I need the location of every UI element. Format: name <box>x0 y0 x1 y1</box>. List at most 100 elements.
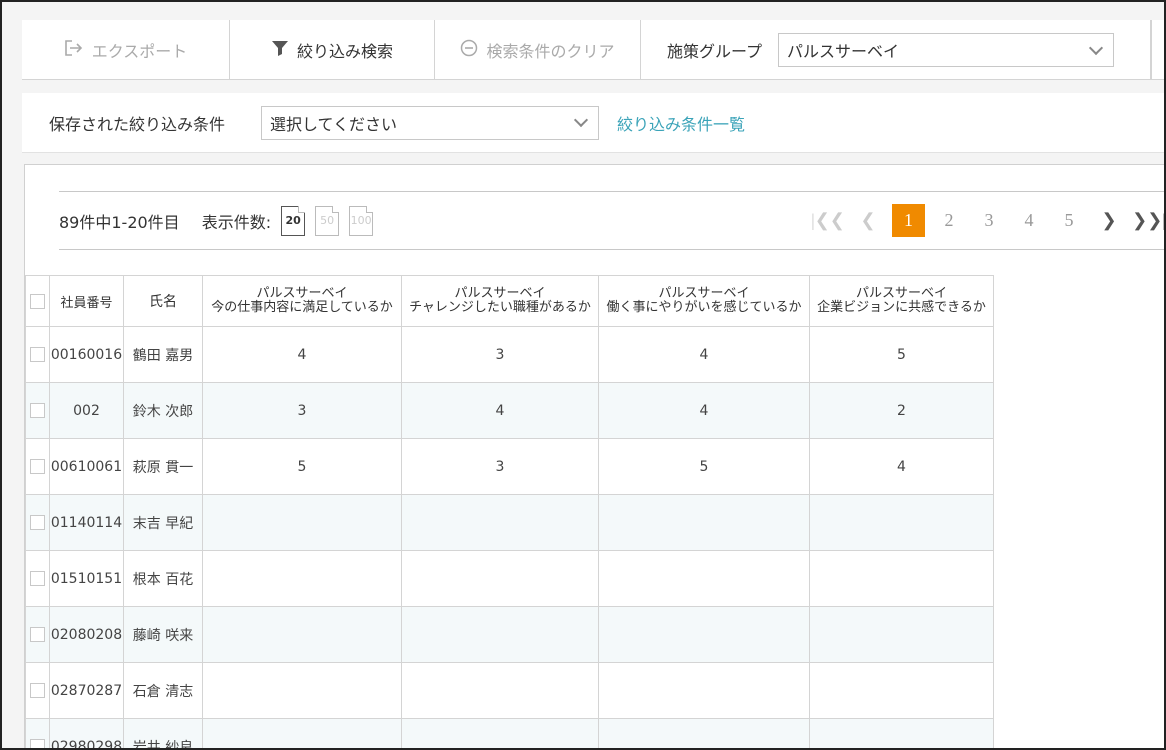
prev-page-icon[interactable]: ❮ <box>848 210 888 231</box>
row-checkbox[interactable] <box>30 571 45 586</box>
table-row[interactable]: 01140114 末吉 早紀 <box>25 494 994 551</box>
emp-no-cell: 02870287 <box>49 662 124 719</box>
funnel-icon <box>271 39 289 61</box>
row-checkbox[interactable] <box>30 347 45 362</box>
score-cell <box>809 662 994 719</box>
row-checkbox[interactable] <box>30 627 45 642</box>
employee-name-link[interactable]: 藤崎 咲来 <box>123 606 203 663</box>
header-q3[interactable]: パルスサーベイ 働く事にやりがいを感じているか <box>598 275 810 327</box>
employee-name-link[interactable]: 岩井 紗良 <box>123 718 203 748</box>
score-cell <box>401 606 599 663</box>
table-row[interactable]: 02080208 藤崎 咲来 <box>25 606 994 663</box>
clear-conditions-label: 検索条件のクリア <box>486 42 615 61</box>
export-icon <box>64 39 84 61</box>
score-cell: 5 <box>202 438 402 495</box>
saved-filter-select[interactable]: 選択してください <box>261 105 600 140</box>
table-row[interactable]: 01510151 根本 百花 <box>25 550 994 607</box>
row-checkbox[interactable] <box>30 459 45 474</box>
page-2[interactable]: 2 <box>929 210 969 231</box>
result-count: 89件中1-20件目 <box>59 212 180 232</box>
score-cell <box>598 494 810 551</box>
page-4[interactable]: 4 <box>1009 210 1049 231</box>
row-checkbox[interactable] <box>30 683 45 698</box>
results-panel: 89件中1-20件目 表示件数: 20 50 100 |❮❮ ❮ 1 2 3 4… <box>24 164 1164 748</box>
table-row[interactable]: 00610061 萩原 貫一 5 3 5 4 <box>25 438 994 495</box>
row-checkbox[interactable] <box>30 739 45 748</box>
row-checkbox-cell <box>25 382 50 439</box>
employee-name-link[interactable]: 末吉 早紀 <box>123 494 203 551</box>
emp-no-cell: 00610061 <box>49 438 124 495</box>
header-q1[interactable]: パルスサーベイ 今の仕事内容に満足しているか <box>202 275 402 327</box>
score-cell <box>598 550 810 607</box>
employee-name-link[interactable]: 萩原 貫一 <box>123 438 203 495</box>
emp-no-cell: 002 <box>49 382 124 439</box>
emp-no-cell: 02080208 <box>49 606 124 663</box>
row-checkbox-cell <box>25 662 50 719</box>
header-q2-group: パルスサーベイ <box>454 286 546 301</box>
score-cell <box>598 606 810 663</box>
clear-conditions-button[interactable]: 検索条件のクリア <box>435 20 641 80</box>
score-cell <box>401 550 599 607</box>
employee-name-link[interactable]: 根本 百花 <box>123 550 203 607</box>
table-row[interactable]: 02870287 石倉 清志 <box>25 662 994 719</box>
header-name[interactable]: 氏名 <box>123 275 203 327</box>
page-1[interactable]: 1 <box>892 204 925 237</box>
table-header-row: 社員番号 氏名 パルスサーベイ 今の仕事内容に満足しているか パルスサーベイ チャレ… <box>25 275 994 327</box>
header-q2[interactable]: パルスサーベイ チャレンジしたい職種があるか <box>401 275 599 327</box>
export-label: エクスポート <box>91 42 188 61</box>
score-cell <box>401 494 599 551</box>
score-cell <box>202 662 402 719</box>
saved-filter-label: 保存された絞り込み条件 <box>49 114 226 134</box>
minus-circle-icon <box>460 39 478 61</box>
pager: |❮❮ ❮ 1 2 3 4 5 ❯ ❯❯| <box>808 192 1164 249</box>
employee-name-link[interactable]: 石倉 清志 <box>123 662 203 719</box>
measure-group-select[interactable]: パルスサーベイ <box>778 33 1115 67</box>
pagination-bar: 89件中1-20件目 表示件数: 20 50 100 |❮❮ ❮ 1 2 3 4… <box>59 191 1164 250</box>
per-page-100[interactable]: 100 <box>349 205 374 236</box>
score-cell <box>401 718 599 748</box>
header-q1-group: パルスサーベイ <box>256 286 348 301</box>
score-cell: 5 <box>598 438 810 495</box>
page-3[interactable]: 3 <box>969 210 1009 231</box>
app-frame: エクスポート 絞り込み検索 検索条件のクリア 施策グループ パルスサーベイ 保存… <box>0 0 1166 750</box>
saved-filter-bar: 保存された絞り込み条件 選択してください 絞り込み条件一覧 <box>22 93 1164 153</box>
score-cell: 4 <box>202 326 402 383</box>
table-row[interactable]: 02980298 岩井 紗良 <box>25 718 994 748</box>
score-cell: 4 <box>809 438 994 495</box>
saved-filter-value: 選択してください <box>270 114 398 134</box>
employee-name-link[interactable]: 鈴木 次郎 <box>123 382 203 439</box>
table-row[interactable]: 002 鈴木 次郎 3 4 4 2 <box>25 382 994 439</box>
per-page-50[interactable]: 50 <box>315 205 340 236</box>
row-checkbox[interactable] <box>30 515 45 530</box>
row-checkbox[interactable] <box>30 403 45 418</box>
header-q1-text: 今の仕事内容に満足しているか <box>211 300 393 315</box>
first-page-icon[interactable]: |❮❮ <box>808 210 848 231</box>
chevron-down-icon <box>1088 40 1104 55</box>
score-cell: 2 <box>809 382 994 439</box>
per-page-20[interactable]: 20 <box>281 205 306 236</box>
score-cell <box>598 662 810 719</box>
employee-name-link[interactable]: 鶴田 嘉男 <box>123 326 203 383</box>
header-q4[interactable]: パルスサーベイ 企業ビジョンに共感できるか <box>809 275 994 327</box>
select-all-checkbox[interactable] <box>30 293 45 309</box>
emp-no-cell: 01510151 <box>49 550 124 607</box>
last-page-icon[interactable]: ❯❯| <box>1129 210 1164 231</box>
results-table: 社員番号 氏名 パルスサーベイ 今の仕事内容に満足しているか パルスサーベイ チャレ… <box>25 275 994 748</box>
page-5[interactable]: 5 <box>1049 210 1089 231</box>
per-page-label: 表示件数: <box>201 212 272 232</box>
toolbar: エクスポート 絞り込み検索 検索条件のクリア 施策グループ パルスサーベイ <box>22 20 1164 80</box>
measure-group-label: 施策グループ <box>667 42 763 61</box>
score-cell: 4 <box>598 382 810 439</box>
next-page-icon[interactable]: ❯ <box>1089 210 1129 231</box>
header-q3-group: パルスサーベイ <box>658 286 750 301</box>
row-checkbox-cell <box>25 494 50 551</box>
header-emp-no[interactable]: 社員番号 <box>49 275 124 327</box>
header-q3-text: 働く事にやりがいを感じているか <box>606 300 802 315</box>
measure-group: 施策グループ パルスサーベイ <box>641 20 1151 80</box>
export-button[interactable]: エクスポート <box>22 20 230 80</box>
table-row[interactable]: 00160016 鶴田 嘉男 4 3 4 5 <box>25 326 994 383</box>
filter-list-link[interactable]: 絞り込み条件一覧 <box>617 111 745 135</box>
filter-search-button[interactable]: 絞り込み検索 <box>230 20 435 80</box>
header-q4-text: 企業ビジョンに共感できるか <box>817 300 986 315</box>
row-checkbox-cell <box>25 718 50 748</box>
